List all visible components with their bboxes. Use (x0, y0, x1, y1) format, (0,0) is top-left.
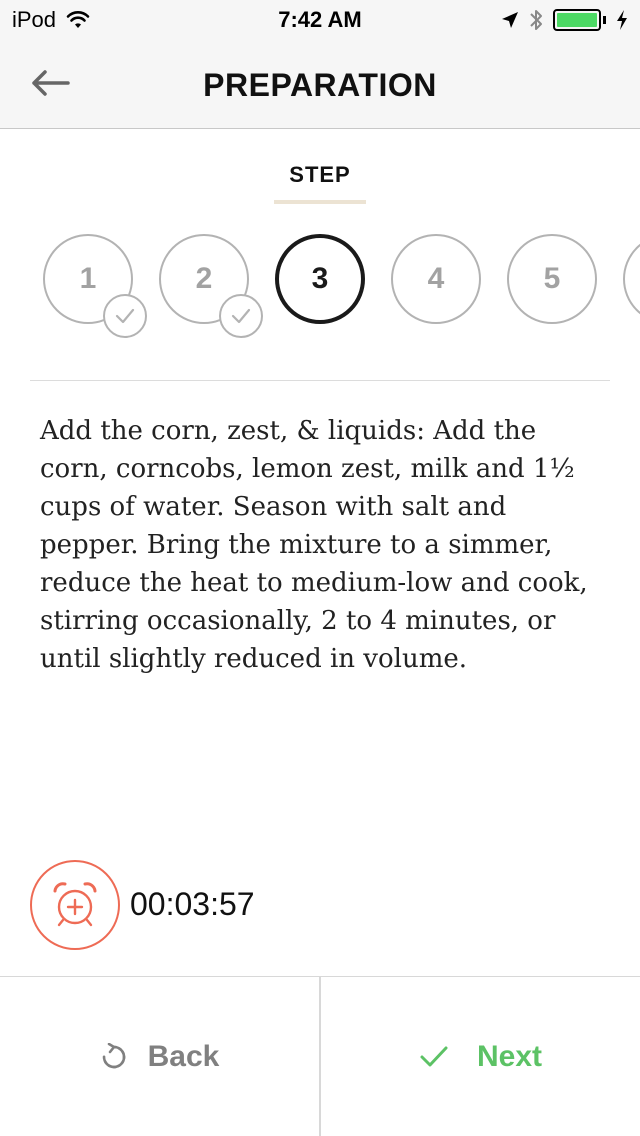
step-6-button[interactable] (623, 234, 640, 324)
checkmark-icon (420, 1046, 448, 1067)
next-button[interactable]: Next (320, 977, 640, 1136)
step-number: 3 (311, 262, 329, 295)
page-title: PREPARATION (203, 67, 437, 103)
step-4-button[interactable]: 4 (391, 234, 481, 324)
back-button[interactable]: Back (0, 977, 320, 1136)
checkmark-icon (103, 294, 147, 338)
step-5-button[interactable]: 5 (507, 234, 597, 324)
step-number: 5 (543, 262, 561, 295)
checkmark-icon (219, 294, 263, 338)
step-number: 2 (195, 262, 213, 295)
add-timer-button[interactable] (30, 860, 120, 950)
bottom-actions: Back Next (0, 976, 640, 1136)
status-bar: iPod 7:42 AM (0, 0, 640, 40)
step-label: STEP (289, 162, 351, 187)
battery-icon (553, 9, 601, 31)
location-arrow-icon (502, 12, 518, 28)
back-button-label: Back (147, 1040, 220, 1073)
bluetooth-icon (530, 10, 542, 30)
restart-icon (102, 1043, 125, 1069)
step-2-button[interactable]: 2 (159, 234, 263, 338)
charging-bolt-icon (617, 10, 627, 30)
battery-tip (603, 16, 606, 24)
next-button-label: Next (476, 1040, 543, 1073)
step-instructions: Add the corn, zest, & liquids: Add the c… (40, 416, 588, 674)
step-selector: 1 2 3 4 5 (0, 234, 640, 344)
nav-bar: PREPARATION (0, 40, 640, 129)
divider (30, 380, 610, 381)
step-3-button[interactable]: 3 (275, 234, 365, 324)
step-number: 1 (79, 262, 97, 295)
step-number: 4 (427, 262, 445, 295)
step-underline (274, 200, 366, 204)
timer-display: 00:03:57 (130, 886, 255, 922)
status-right (501, 8, 628, 32)
alarm-clock-add-icon (53, 882, 97, 927)
step-1-button[interactable]: 1 (43, 234, 147, 338)
